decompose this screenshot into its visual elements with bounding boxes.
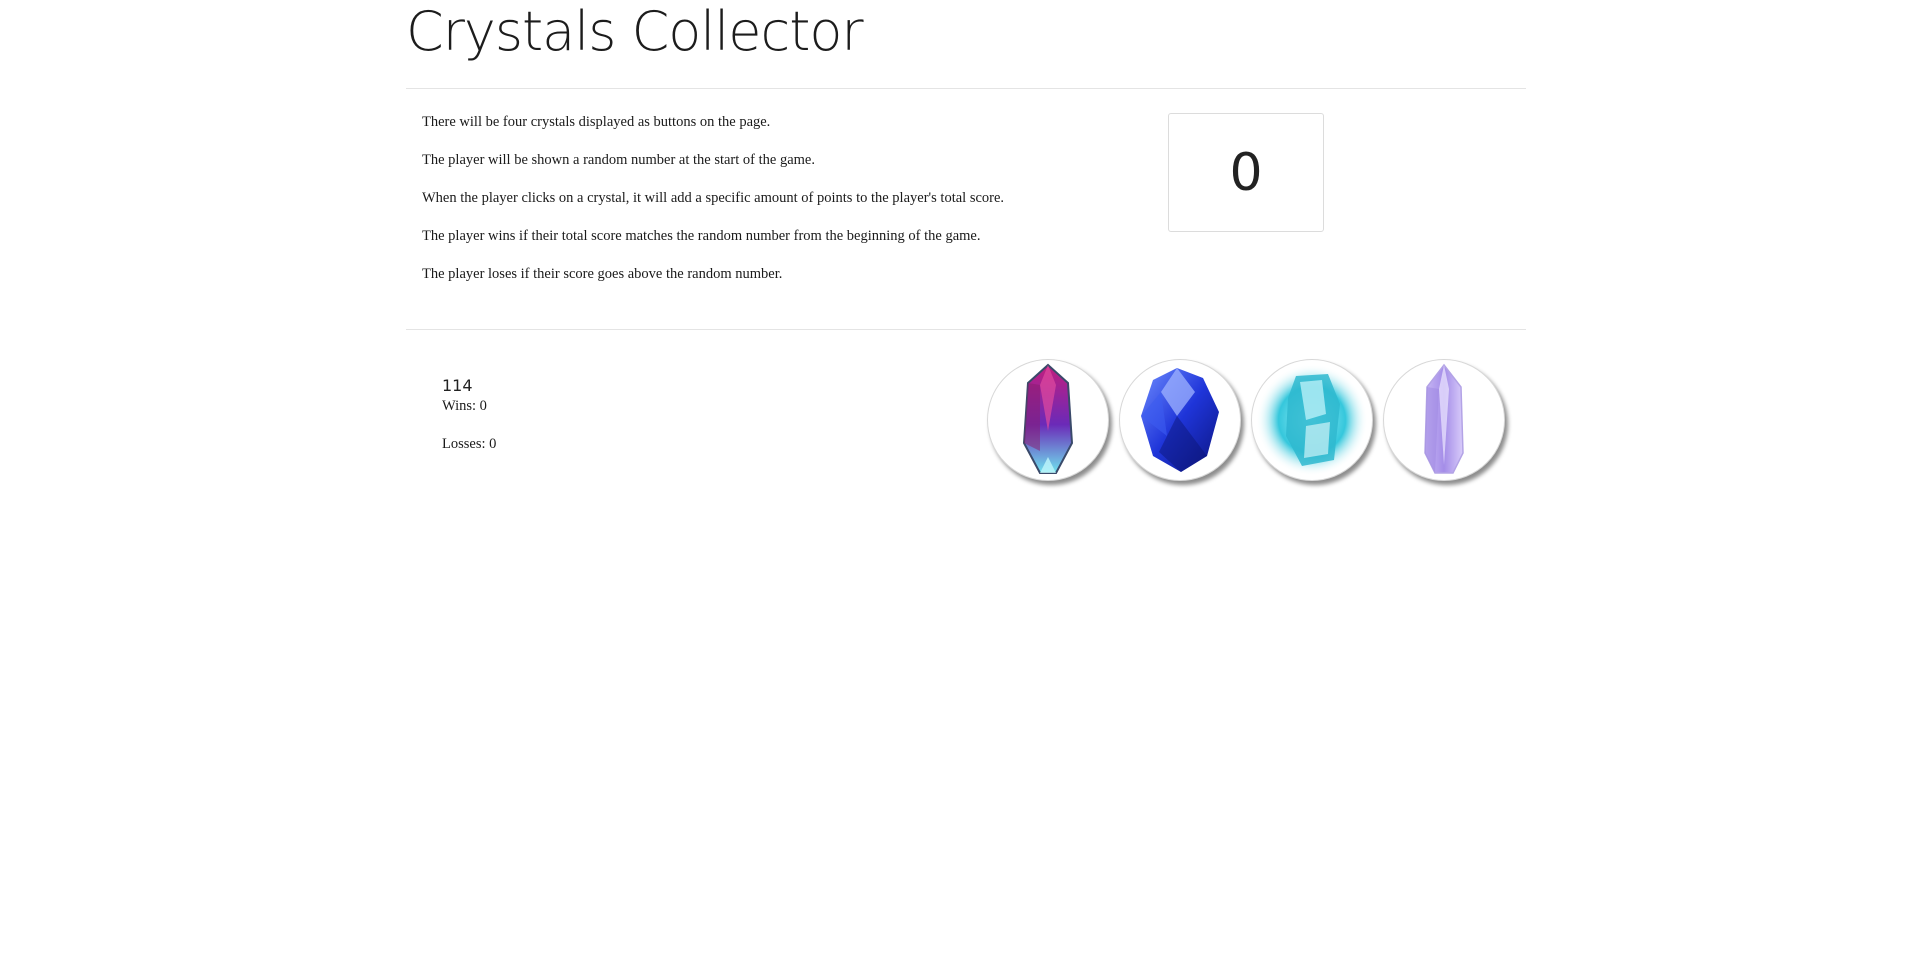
crystal-buttons — [987, 359, 1505, 481]
crystal-button-4[interactable] — [1383, 359, 1505, 481]
instruction-item: The player will be shown a random number… — [422, 152, 815, 168]
page-title: Crystals Collector — [406, 0, 864, 63]
cyan-crystal-icon — [1256, 364, 1368, 476]
instructions-list: There will be four crystals displayed as… — [422, 112, 1142, 302]
crystal-button-3[interactable] — [1251, 359, 1373, 481]
instruction-item: The player loses if their score goes abo… — [422, 266, 783, 282]
top-divider — [406, 88, 1526, 89]
lavender-crystal-icon — [1424, 363, 1464, 474]
target-number: 114 — [442, 376, 473, 395]
total-score-box: 0 — [1168, 113, 1324, 232]
instruction-item: The player wins if their total score mat… — [422, 228, 981, 244]
total-score-value: 0 — [1229, 142, 1263, 203]
wins-counter: Wins: 0 — [442, 398, 487, 414]
instruction-item: There will be four crystals displayed as… — [422, 114, 771, 130]
blue-crystal-icon — [1141, 368, 1219, 472]
instruction-item: When the player clicks on a crystal, it … — [422, 190, 1005, 206]
middle-divider — [406, 329, 1526, 330]
crystal-button-1[interactable] — [987, 359, 1109, 481]
crystal-button-2[interactable] — [1119, 359, 1241, 481]
losses-counter: Losses: 0 — [442, 436, 497, 452]
stats-panel: 114 Wins: 0 Losses: 0 — [442, 376, 496, 472]
pink-crystal-icon — [1022, 363, 1074, 474]
